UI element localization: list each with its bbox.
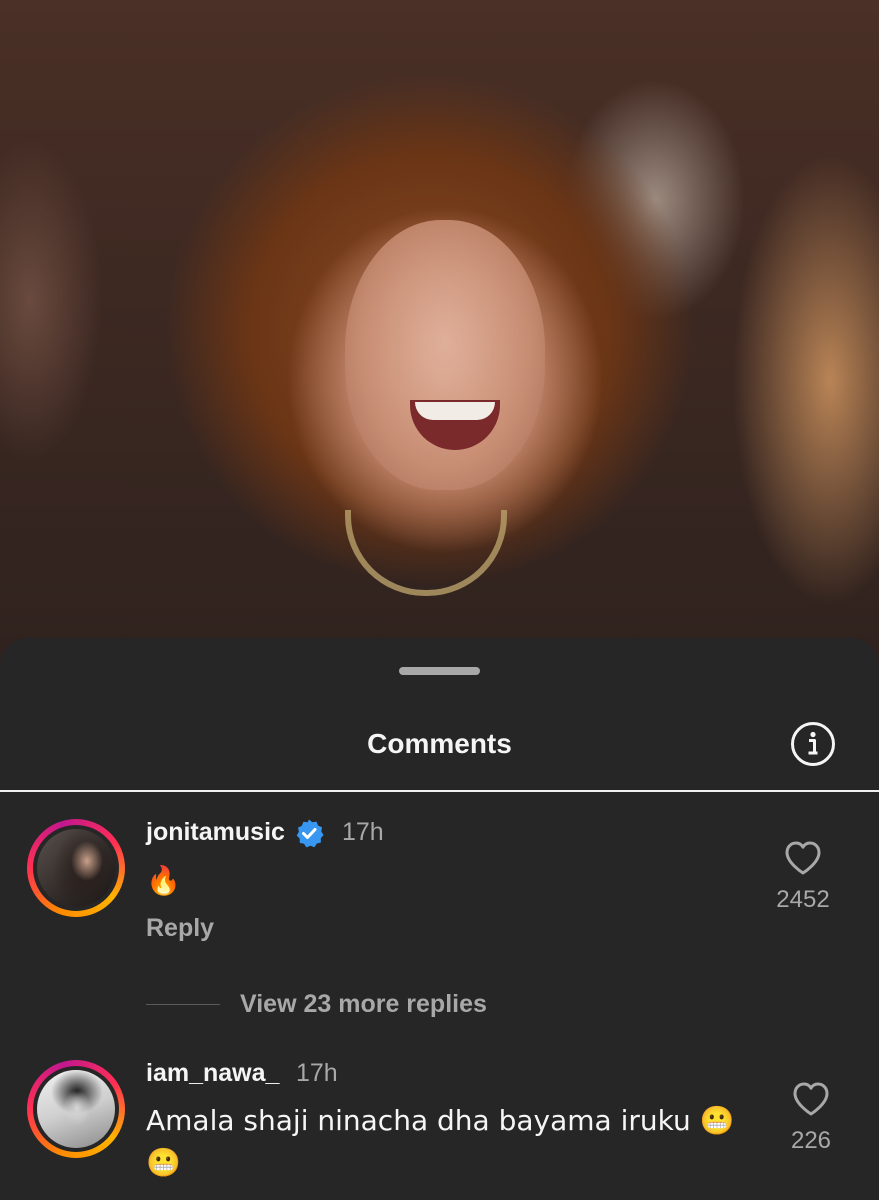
comment-time: 17h [296,1059,338,1087]
header-divider [0,790,879,792]
view-more-replies[interactable]: View 23 more replies [146,990,487,1019]
comment-username[interactable]: iam_nawa_ [146,1059,279,1088]
reply-button[interactable]: Reply [146,914,214,943]
video-necklace-shape [345,510,507,596]
avatar [37,829,115,907]
reel-comments-screen: Comments jonitamusic 17h 🔥 Reply 2452 Vi… [0,0,879,1200]
avatar-story-ring[interactable] [27,1060,125,1158]
sheet-title: Comments [367,728,512,759]
sheet-drag-handle[interactable] [399,667,480,675]
video-teeth-shape [415,402,495,420]
view-replies-label[interactable]: View 23 more replies [240,990,487,1019]
replies-divider-line [146,1004,220,1005]
heart-icon[interactable] [792,1081,830,1117]
reel-video-background[interactable] [0,0,879,680]
like-count: 2452 [776,886,830,913]
like-count: 226 [790,1127,832,1154]
comment-text: 🔥 [146,864,181,897]
verified-badge-icon [296,819,324,848]
heart-icon[interactable] [784,840,822,876]
comments-bottom-sheet: Comments jonitamusic 17h 🔥 Reply 2452 Vi… [0,638,879,1200]
avatar [37,1070,115,1148]
comment-username[interactable]: jonitamusic [146,818,285,847]
info-icon[interactable] [790,721,836,767]
comment-text: Amala shaji ninacha dha bayama iruku 😬 😬 [146,1104,735,1179]
comment-time: 17h [342,818,384,846]
avatar-story-ring[interactable] [27,819,125,917]
video-face-shape [345,220,545,490]
